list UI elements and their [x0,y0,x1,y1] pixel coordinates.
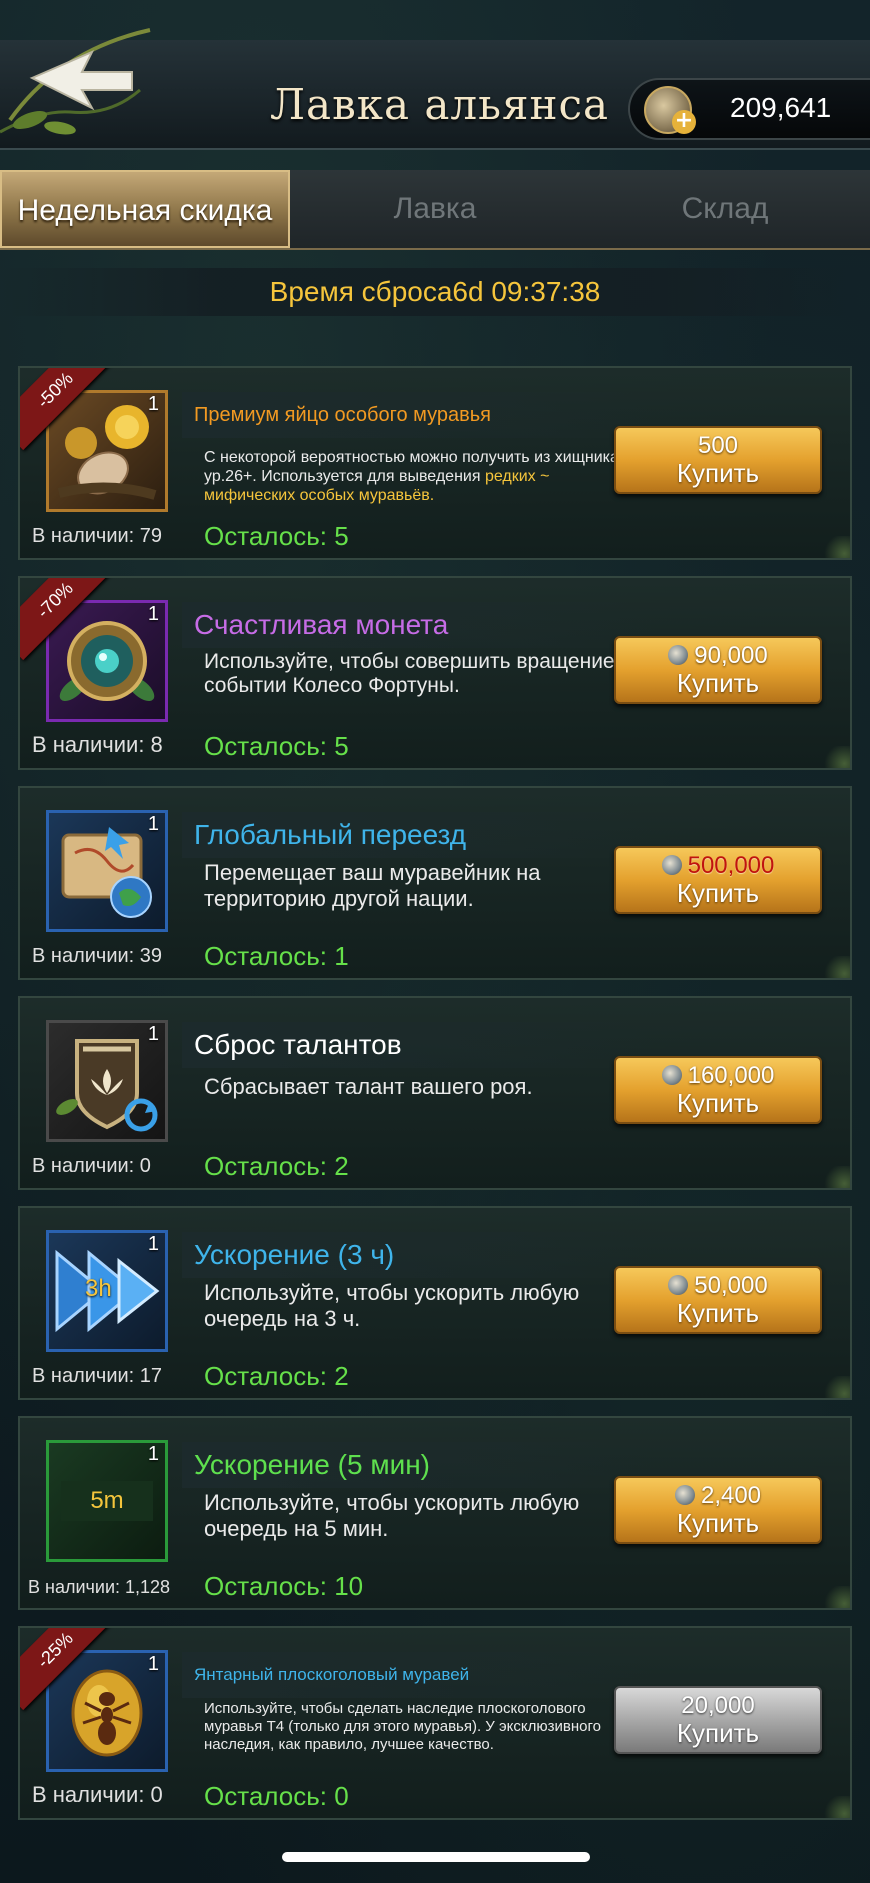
item-description: Сбрасывает талант вашего роя. [204,1074,533,1099]
item-remaining: Осталось: 2 [204,1151,349,1181]
item-quantity: 1 [147,393,159,415]
buy-button[interactable]: 20,000 Купить [614,1686,822,1754]
item-remaining: Осталось: 5 [204,731,349,761]
shop-item-card: 1 -25% Янтарный плоскоголовый муравей Ис… [18,1626,852,1820]
item-quantity: 1 [147,603,159,625]
coin-icon [661,855,682,875]
coin-icon [668,645,689,665]
buy-button[interactable]: 160,000 Купить [614,1056,822,1124]
shop-item-card: 3h 1 Ускорение (3 ч) Используйте, чтобы … [18,1206,852,1400]
item-title: Сброс талантов [182,1022,652,1068]
item-title: Янтарный плоскоголовый муравей [182,1652,652,1698]
coin-icon [661,1065,682,1085]
item-remaining: Осталось: 5 [204,521,349,551]
item-quantity: 1 [147,1023,159,1045]
item-title: Счастливая монета [182,602,652,648]
item-title: Глобальный переезд [182,812,652,858]
item-description: Используйте, чтобы ускорить любую очеред… [204,1490,580,1541]
currency-value: 209,641 [730,92,832,123]
item-icon-frame[interactable]: 3h 1 [46,1230,168,1352]
item-remaining: Осталось: 2 [204,1361,349,1391]
currency-display[interactable]: + 209,641 [628,78,870,140]
coin-plus-icon[interactable]: + [672,110,696,134]
tab-storage[interactable]: Склад [580,170,870,248]
item-quantity: 1 [147,813,159,835]
item-quantity: 1 [147,1653,159,1675]
item-stock: В наличии: 0 [32,1155,151,1177]
speedup-duration: 5m [61,1481,153,1521]
item-title: Ускорение (3 ч) [182,1232,652,1278]
item-stock: В наличии: 8 [32,732,163,757]
back-arrow-icon [0,28,151,135]
buy-button[interactable]: 90,000 Купить [614,636,822,704]
buy-button[interactable]: 500 Купить [614,426,822,494]
item-description: Используйте, чтобы ускорить любую очеред… [204,1280,580,1331]
home-indicator[interactable] [282,1852,590,1862]
back-button[interactable] [0,20,160,140]
item-description: С некоторой вероятностью можно получить … [204,448,634,505]
item-quantity: 1 [147,1443,159,1465]
buy-label: Купить [676,1088,760,1118]
price-label: 160,000 [616,1062,820,1090]
coin-icon [674,1485,695,1505]
item-stock: В наличии: 39 [32,945,163,967]
buy-button[interactable]: 500,000 Купить [614,846,822,914]
shop-item-card: 1 Глобальный переезд Перемещает ваш мура… [18,786,852,980]
item-stock: В наличии: 79 [32,525,163,547]
item-title: Ускорение (5 мин) [182,1442,652,1488]
buy-label: Купить [676,878,760,908]
shop-item-card: 1 -50% Премиум яйцо особого муравья С не… [18,366,852,560]
item-icon-frame[interactable]: 1 [46,1020,168,1142]
price-label: 2,400 [616,1482,820,1510]
price-label: 500 [697,432,739,459]
item-description: Перемещает ваш муравейник на территорию … [204,860,541,911]
buy-label: Купить [676,1718,760,1748]
tab-weekly-discount[interactable]: Недельная скидка [0,170,290,248]
shop-item-card: 1 Сброс талантов Сбрасывает талант вашег… [18,996,852,1190]
tab-shop[interactable]: Лавка [290,170,580,248]
price-label: 20,000 [681,1692,755,1719]
page-title: Лавка альянса [270,80,610,129]
item-stock: В наличии: 0 [32,1782,163,1807]
item-description: Используйте, чтобы сделать наследие плос… [204,1700,601,1753]
buy-label: Купить [676,668,760,698]
item-description: Используйте, чтобы совершить вращение в … [204,650,632,697]
price-label: 50,000 [616,1272,820,1300]
speedup-duration: 3h [85,1275,112,1302]
item-description-text: С некоторой вероятностью можно получить … [204,449,619,485]
item-remaining: Осталось: 1 [204,941,349,971]
reset-timer: Время сброса6d 09:37:38 [0,268,870,316]
item-icon-frame[interactable]: 1 [46,810,168,932]
buy-button[interactable]: 50,000 Купить [614,1266,822,1334]
buy-label: Купить [676,1508,760,1538]
buy-label: Купить [676,1298,760,1328]
item-remaining: Осталось: 0 [204,1781,349,1811]
buy-button[interactable]: 2,400 Купить [614,1476,822,1544]
price-label: 500,000 [616,852,820,880]
item-remaining: Осталось: 10 [204,1571,364,1601]
item-stock: В наличии: 17 [32,1365,163,1387]
shop-item-card: 5m 1 Ускорение (5 мин) Используйте, чтоб… [18,1416,852,1610]
buy-label: Купить [676,458,760,488]
price-label: 90,000 [616,642,820,670]
tab-bar: Недельная скидка Лавка Склад [0,170,870,250]
item-quantity: 1 [147,1233,159,1255]
item-icon-frame[interactable]: 5m 1 [46,1440,168,1562]
coin-icon [668,1275,689,1295]
shop-item-card: 1 -70% Счастливая монета Используйте, чт… [18,576,852,770]
item-stock: В наличии: 1,128 [28,1577,171,1597]
item-title: Премиум яйцо особого муравья [182,392,652,438]
